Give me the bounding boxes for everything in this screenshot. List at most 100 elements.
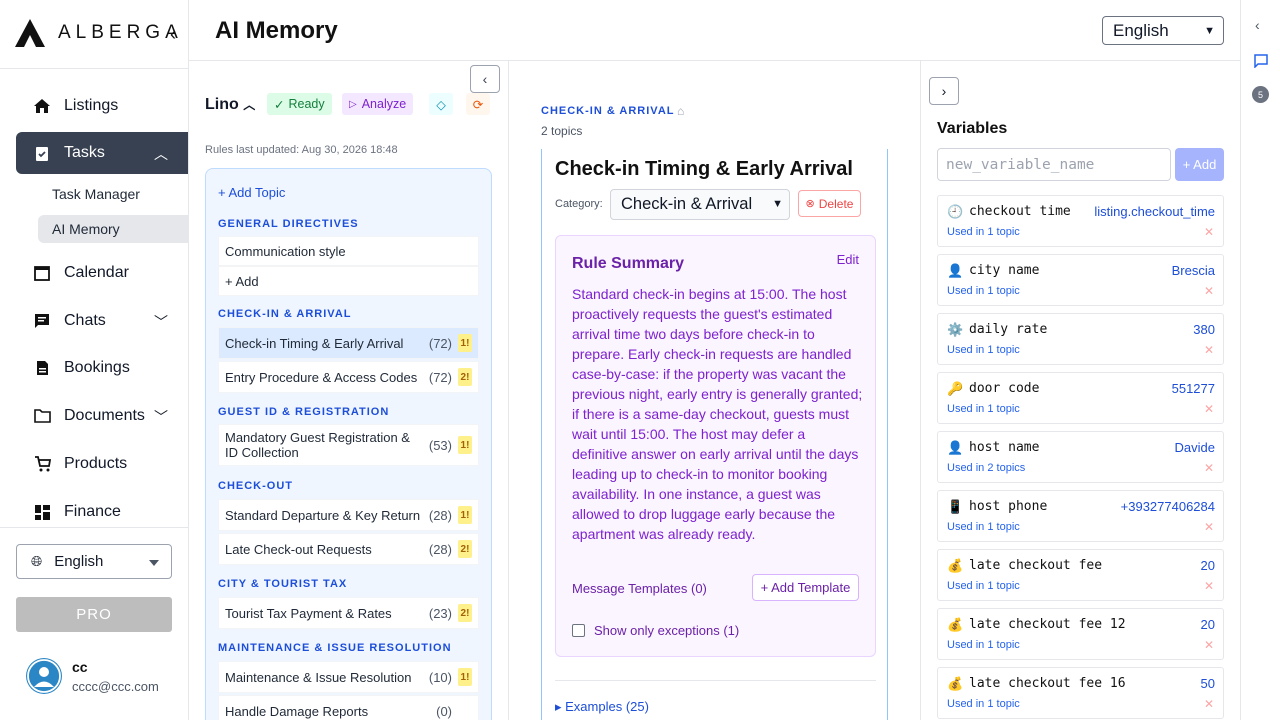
- topic-item[interactable]: Tourist Tax Payment & Rates (23) 2!: [218, 597, 479, 629]
- variable-card[interactable]: ⚙️ daily rate 380 Used in 1 topic ✕: [937, 313, 1224, 365]
- delete-variable-icon[interactable]: ✕: [1204, 225, 1214, 239]
- variable-card[interactable]: 💰 late checkout fee 20 Used in 1 topic ✕: [937, 549, 1224, 601]
- language-select[interactable]: 🌐︎ English: [16, 544, 172, 579]
- variable-card[interactable]: 👤 city name Brescia Used in 1 topic ✕: [937, 254, 1224, 306]
- collapse-panel-button[interactable]: ‹: [470, 65, 500, 93]
- variable-value[interactable]: 20: [1201, 617, 1215, 632]
- variable-usage[interactable]: Used in 1 topic: [947, 285, 1020, 297]
- variable-name: checkout time: [969, 204, 1071, 219]
- header-language-select[interactable]: English ▼: [1102, 16, 1224, 45]
- variable-icon: 📱: [947, 499, 964, 514]
- variable-value[interactable]: 20: [1201, 558, 1215, 573]
- variable-value[interactable]: 380: [1193, 322, 1215, 337]
- delete-variable-icon[interactable]: ✕: [1204, 461, 1214, 475]
- user-profile[interactable]: cc cccc@ccc.com: [26, 658, 159, 694]
- expand-panel-button[interactable]: ›: [929, 77, 959, 105]
- divider: [0, 68, 189, 69]
- language-value: English: [54, 553, 104, 570]
- exception-badge: 1!: [458, 436, 472, 454]
- pro-button[interactable]: PRO: [16, 597, 172, 632]
- delete-variable-icon[interactable]: ✕: [1204, 579, 1214, 593]
- exception-badge: 2!: [458, 604, 472, 622]
- variable-card[interactable]: 🔑 door code 551277 Used in 1 topic ✕: [937, 372, 1224, 424]
- nav-label: Finance: [64, 503, 121, 520]
- variable-value[interactable]: 50: [1201, 676, 1215, 691]
- add-topic-button[interactable]: + Add Topic: [218, 185, 285, 200]
- chat-icon: [32, 311, 52, 331]
- nav-ai-memory[interactable]: AI Memory: [38, 215, 188, 243]
- variable-card[interactable]: 🕘 checkout time listing.checkout_time Used …: [937, 195, 1224, 247]
- nav-label: Products: [64, 455, 128, 472]
- nav-listings[interactable]: Listings: [16, 85, 188, 127]
- variable-usage[interactable]: Used in 2 topics: [947, 462, 1025, 474]
- topic-item[interactable]: Maintenance & Issue Resolution (10) 1!: [218, 661, 479, 693]
- variable-value[interactable]: +393277406284: [1121, 499, 1215, 514]
- brand-logo[interactable]: ALBERGA: [14, 18, 183, 48]
- edit-button[interactable]: Edit: [837, 252, 859, 267]
- variable-card[interactable]: 💰 late checkout fee 16 50 Used in 1 topic ✕: [937, 667, 1224, 719]
- clean-button[interactable]: ◇: [429, 93, 453, 115]
- refresh-button[interactable]: ⟳: [466, 93, 490, 115]
- nav-label: Listings: [64, 97, 119, 114]
- button-label: Delete: [818, 196, 854, 211]
- checkbox[interactable]: [572, 624, 585, 637]
- x-circle-icon: ⊗: [805, 198, 815, 210]
- add-topic-inline[interactable]: + Add: [218, 266, 479, 296]
- delete-variable-icon[interactable]: ✕: [1204, 284, 1214, 298]
- divider: [555, 680, 876, 681]
- variable-value[interactable]: listing.checkout_time: [1094, 204, 1215, 219]
- variable-card[interactable]: 👤 host name Davide Used in 2 topics ✕: [937, 431, 1224, 483]
- delete-variable-icon[interactable]: ✕: [1204, 343, 1214, 357]
- delete-variable-icon[interactable]: ✕: [1204, 520, 1214, 534]
- nav-products[interactable]: Products: [16, 443, 188, 485]
- listing-selector[interactable]: Lino ︿: [205, 96, 255, 114]
- delete-variable-icon[interactable]: ✕: [1204, 638, 1214, 652]
- variable-usage[interactable]: Used in 1 topic: [947, 580, 1020, 592]
- delete-button[interactable]: ⊗ Delete: [798, 190, 861, 217]
- variable-usage[interactable]: Used in 1 topic: [947, 226, 1020, 238]
- delete-variable-icon[interactable]: ✕: [1204, 402, 1214, 416]
- variable-usage[interactable]: Used in 1 topic: [947, 344, 1020, 356]
- chat-icon[interactable]: [1254, 54, 1268, 68]
- topic-name: Mandatory Guest Registration & ID Collec…: [225, 430, 410, 460]
- nav-bookings[interactable]: Bookings: [16, 347, 188, 389]
- variable-value[interactable]: Brescia: [1172, 263, 1215, 278]
- topic-item[interactable]: Communication style: [218, 236, 479, 266]
- topic-item[interactable]: Handle Damage Reports (0): [218, 695, 479, 720]
- exceptions-toggle[interactable]: Show only exceptions (1): [572, 623, 739, 638]
- variable-usage[interactable]: Used in 1 topic: [947, 639, 1020, 651]
- variable-usage[interactable]: Used in 1 topic: [947, 698, 1020, 710]
- collapse-sidebar-icon[interactable]: ‹: [170, 24, 176, 45]
- exception-badge: 1!: [458, 668, 472, 686]
- robot-icon[interactable]: ⌂: [677, 104, 684, 118]
- add-template-button[interactable]: + Add Template: [752, 574, 859, 601]
- nav-chats[interactable]: Chats ﹀: [16, 300, 188, 342]
- new-variable-input[interactable]: new_variable_name: [937, 148, 1171, 181]
- message-templates-toggle[interactable]: Message Templates (0): [572, 581, 707, 596]
- variable-card[interactable]: 📱 host phone +393277406284 Used in 1 topic ✕: [937, 490, 1224, 542]
- logo-icon: [15, 19, 45, 47]
- nav-task-manager[interactable]: Task Manager: [38, 180, 188, 208]
- nav-calendar[interactable]: Calendar: [16, 252, 188, 294]
- nav-documents[interactable]: Documents ﹀: [16, 395, 188, 437]
- variable-usage[interactable]: Used in 1 topic: [947, 403, 1020, 415]
- examples-toggle[interactable]: ▸ Examples (25): [555, 699, 649, 715]
- topic-item[interactable]: Standard Departure & Key Return (28) 1!: [218, 499, 479, 531]
- topic-item-selected[interactable]: Check-in Timing & Early Arrival (72) 1!: [218, 327, 479, 359]
- topic-item[interactable]: Late Check-out Requests (28) 2!: [218, 533, 479, 565]
- variable-card[interactable]: 💰 late checkout fee 12 20 Used in 1 topic ✕: [937, 608, 1224, 660]
- chevron-left-icon[interactable]: ‹: [1255, 17, 1260, 33]
- delete-variable-icon[interactable]: ✕: [1204, 697, 1214, 711]
- variable-value[interactable]: 551277: [1172, 381, 1215, 396]
- topic-item[interactable]: Entry Procedure & Access Codes (72) 2!: [218, 361, 479, 393]
- add-variable-button[interactable]: + Add: [1175, 148, 1224, 181]
- analyze-button[interactable]: ▷ Analyze: [342, 93, 414, 115]
- variable-usage[interactable]: Used in 1 topic: [947, 521, 1020, 533]
- variables-title: Variables: [937, 120, 1008, 137]
- topic-count: (10): [428, 669, 452, 685]
- variable-value[interactable]: Davide: [1175, 440, 1215, 455]
- topic-item[interactable]: Mandatory Guest Registration & ID Collec…: [218, 424, 479, 466]
- topic-name: Entry Procedure & Access Codes: [225, 369, 418, 385]
- category-select[interactable]: Check-in & Arrival ▼: [610, 189, 790, 220]
- nav-tasks[interactable]: Tasks ︿: [16, 132, 188, 174]
